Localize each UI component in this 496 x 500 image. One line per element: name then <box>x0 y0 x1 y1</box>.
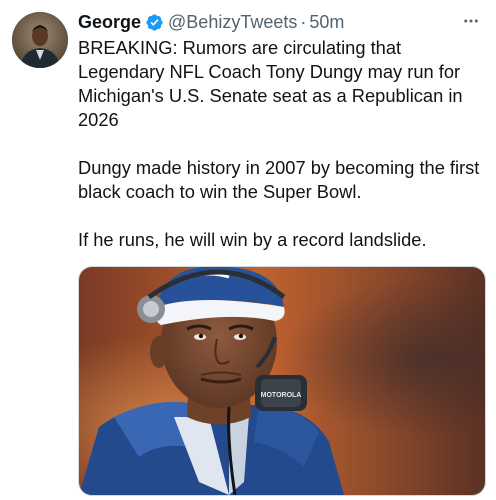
tweet-header: George @BehizyTweets · 50m <box>78 10 484 34</box>
tweet-paragraph: BREAKING: Rumors are circulating that Le… <box>78 37 463 130</box>
author-name[interactable]: George <box>78 12 141 33</box>
headset-brand-text: MOTOROLA <box>261 392 302 399</box>
author-handle[interactable]: @BehizyTweets <box>168 12 297 33</box>
more-options-icon[interactable] <box>460 10 482 32</box>
separator-dot: · <box>300 11 307 32</box>
tweet-paragraph: If he runs, he will win by a record land… <box>78 229 427 250</box>
tweet-timestamp[interactable]: 50m <box>309 12 344 33</box>
tweet-text: BREAKING: Rumors are circulating that Le… <box>78 36 488 276</box>
avatar-image <box>12 12 68 68</box>
tweet-paragraph: Dungy made history in 2007 by becoming t… <box>78 157 480 202</box>
coach-photo: MOTOROLA <box>79 267 485 495</box>
verified-badge-icon <box>145 13 164 32</box>
author-avatar[interactable] <box>12 12 68 68</box>
tweet-media-image[interactable]: MOTOROLA <box>78 266 486 496</box>
